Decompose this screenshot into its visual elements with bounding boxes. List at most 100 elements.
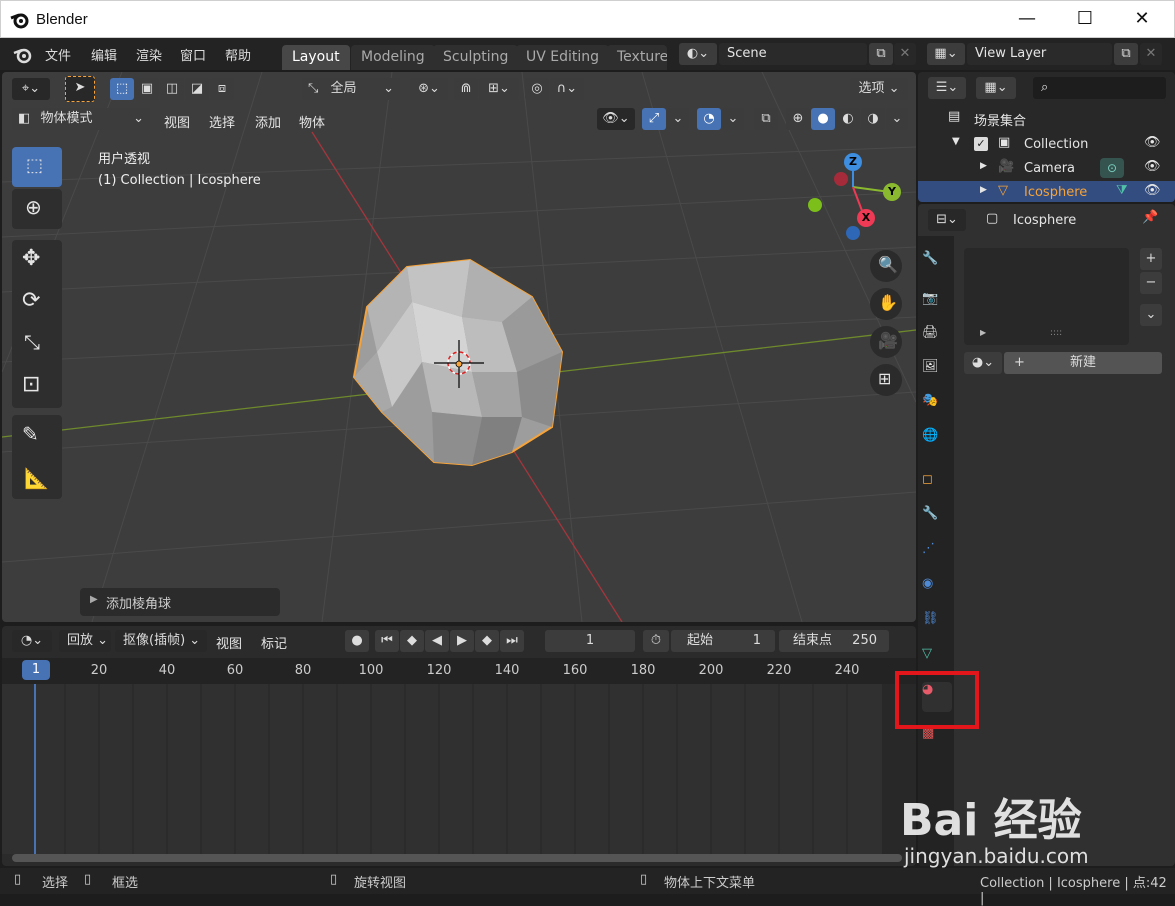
mesh-data-icon[interactable]: ⧩: [1116, 183, 1128, 198]
expand-arrow-icon[interactable]: ▼: [952, 136, 960, 147]
zoom-button[interactable]: 🔍: [870, 250, 902, 282]
pivot-point-dropdown[interactable]: ⊛⌄: [410, 78, 448, 100]
tab-uv-editing[interactable]: UV Editing: [516, 45, 610, 70]
resize-handle[interactable]: ::::: [1050, 328, 1062, 338]
outliner-row-collection[interactable]: ▼ ✓ ▣ Collection 👁: [918, 133, 1175, 157]
shading-material-button[interactable]: ◐: [836, 108, 860, 130]
slot-specials-dropdown[interactable]: ⌄: [1140, 304, 1162, 326]
menu-window[interactable]: 窗口: [180, 45, 206, 64]
expand-arrow-icon[interactable]: ▶: [980, 328, 986, 337]
selection-difference-button[interactable]: ◪: [185, 78, 209, 100]
shading-wireframe-button[interactable]: ⊕: [786, 108, 810, 130]
snap-target-dropdown[interactable]: ⊞⌄: [479, 78, 519, 100]
options-dropdown[interactable]: 选项 ⌄: [850, 78, 908, 100]
3d-viewport[interactable]: Z Y X ⌖⌄ ➤ ⬚ ▣ ◫ ◪ ⧈ ⤡ 全局 ⌄ ⊛⌄ ⋒ ⊞⌄ ◎ ∩⌄…: [2, 72, 916, 622]
transform-tool-icon[interactable]: ⊡: [22, 372, 40, 397]
camera-data-icon[interactable]: ⊙: [1100, 158, 1124, 178]
menu-edit[interactable]: 编辑: [91, 45, 117, 64]
scene-collection-label[interactable]: 场景集合: [974, 110, 1026, 129]
gizmo-toggle[interactable]: ⤢: [642, 108, 666, 130]
overlays-toggle[interactable]: ◔: [697, 108, 721, 130]
playhead-frame-label[interactable]: 1: [22, 660, 50, 680]
viewport-menu-object[interactable]: 物体: [299, 112, 325, 131]
view-layer-browse-button[interactable]: ▦⌄: [927, 43, 965, 65]
tab-tool[interactable]: 🔧: [922, 251, 952, 281]
visibility-dropdown[interactable]: 👁⌄: [597, 108, 635, 130]
timeline-track-area[interactable]: [2, 684, 916, 866]
editor-type-button[interactable]: ⌖⌄: [12, 78, 50, 100]
xray-toggle[interactable]: ⧉: [754, 108, 778, 130]
view-layer-name-field[interactable]: View Layer: [967, 43, 1112, 65]
selection-intersect-button[interactable]: ⧈: [210, 78, 234, 100]
scene-name-field[interactable]: Scene: [719, 43, 867, 65]
scale-tool-icon[interactable]: ⤡: [24, 330, 40, 354]
material-browse-button[interactable]: ◕⌄: [964, 352, 1002, 374]
timeline-editor[interactable]: ◔⌄ 回放 ⌄ 抠像(插帧) ⌄ 视图 标记 ● ⏮ ◆ ◀ ▶ ◆ ⏭ 1 ⏱…: [2, 626, 916, 866]
falloff-dropdown[interactable]: ∩⌄: [550, 78, 584, 100]
current-frame-field[interactable]: 1: [545, 630, 635, 652]
measure-tool-icon[interactable]: 📐: [24, 466, 49, 490]
tab-texture[interactable]: ▩: [922, 726, 952, 756]
tab-render[interactable]: 📷: [922, 291, 952, 321]
properties-editor[interactable]: ⊟⌄ ▢ Icosphere 📌 🔧 📷 🖨 🖼 🎭 🌐 ◻ 🔧 ⋰ ◉ ⛓ ▽…: [918, 204, 1175, 866]
outliner-row-icosphere[interactable]: ▶ ▽ Icosphere ⧩ 👁: [918, 181, 1175, 202]
outliner[interactable]: ☰⌄ ▦⌄ ⌕ ▤ 场景集合 ▼ ✓ ▣ Collection 👁 ▶ 🎥 Ca…: [918, 72, 1175, 202]
proportional-edit-toggle[interactable]: ◎: [525, 78, 549, 100]
eye-icon[interactable]: 👁: [1144, 183, 1161, 198]
transform-orientation-dropdown[interactable]: ⤡ 全局 ⌄: [302, 78, 400, 100]
outliner-filter-dropdown[interactable]: ▦⌄: [976, 77, 1016, 99]
timeline-menu-view[interactable]: 视图: [216, 633, 242, 652]
checkbox-icon[interactable]: ✓: [974, 137, 988, 151]
viewport-menu-view[interactable]: 视图: [164, 112, 190, 131]
shading-dropdown[interactable]: ⌄: [886, 108, 908, 130]
annotate-tool-icon[interactable]: ✎: [22, 422, 39, 446]
overlays-dropdown[interactable]: ⌄: [722, 108, 744, 130]
play-button[interactable]: ▶: [450, 630, 474, 652]
tool-select-box[interactable]: ⬚: [12, 147, 62, 187]
outliner-search-input[interactable]: ⌕: [1033, 77, 1166, 99]
end-frame-field[interactable]: 结束点 250: [779, 630, 889, 652]
gizmo-dropdown[interactable]: ⌄: [667, 108, 689, 130]
tab-modeling[interactable]: Modeling: [351, 45, 435, 70]
timeline-menu-marker[interactable]: 标记: [261, 633, 287, 652]
scene-copy-button[interactable]: ⧉: [869, 43, 893, 65]
scene-remove-button[interactable]: ✕: [894, 43, 916, 65]
expand-arrow-icon[interactable]: ▶: [980, 185, 987, 195]
selection-set-button[interactable]: ⬚: [110, 78, 134, 100]
blender-menu-icon[interactable]: [12, 46, 34, 64]
tab-particles[interactable]: ⋰: [922, 541, 952, 571]
record-button[interactable]: ●: [345, 630, 369, 652]
view-layer-copy-button[interactable]: ⧉: [1114, 43, 1138, 65]
camera-view-button[interactable]: 🎥: [870, 326, 902, 358]
tab-output[interactable]: 🖨: [922, 325, 952, 355]
tab-physics[interactable]: ◉: [922, 576, 952, 606]
playback-dropdown[interactable]: 回放 ⌄: [59, 630, 111, 652]
new-material-button[interactable]: + 新建: [1004, 352, 1162, 374]
tab-modifiers[interactable]: 🔧: [922, 506, 952, 536]
timeline-scrollbar[interactable]: [12, 854, 902, 862]
select-mode-button[interactable]: ➤: [65, 76, 95, 102]
navigation-gizmo[interactable]: [808, 164, 891, 240]
rotate-tool-icon[interactable]: ⟳: [22, 288, 40, 313]
jump-start-button[interactable]: ⏮: [375, 630, 399, 652]
tool-cursor[interactable]: ⊕: [12, 189, 62, 229]
add-slot-button[interactable]: +: [1140, 248, 1162, 270]
pin-icon[interactable]: 📌: [1142, 210, 1158, 225]
ortho-toggle-button[interactable]: ⊞: [870, 364, 902, 396]
selection-extend-button[interactable]: ▣: [135, 78, 159, 100]
tab-sculpting[interactable]: Sculpting: [433, 45, 519, 70]
minimize-button[interactable]: —: [1004, 1, 1050, 39]
tab-object[interactable]: ◻: [922, 472, 952, 502]
remove-slot-button[interactable]: −: [1140, 272, 1162, 294]
tab-scene[interactable]: 🎭: [922, 393, 952, 423]
pan-button[interactable]: ✋: [870, 288, 902, 320]
eye-icon[interactable]: 👁: [1144, 159, 1161, 174]
tab-layout[interactable]: Layout: [282, 45, 350, 70]
move-tool-icon[interactable]: ✥: [22, 246, 40, 271]
last-operator-panel[interactable]: ▶ 添加棱角球: [80, 588, 280, 616]
keying-dropdown[interactable]: 抠像(插帧) ⌄: [115, 630, 207, 652]
shading-rendered-button[interactable]: ◑: [861, 108, 885, 130]
viewport-menu-select[interactable]: 选择: [209, 112, 235, 131]
start-frame-field[interactable]: 起始 1: [671, 630, 775, 652]
close-button[interactable]: ✕: [1119, 1, 1165, 39]
